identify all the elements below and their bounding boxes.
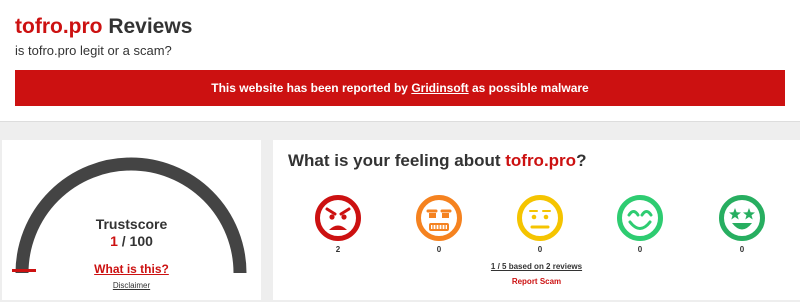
- disclaimer-row: Disclaimer: [2, 281, 261, 290]
- trustscore-max: / 100: [117, 233, 153, 249]
- feeling-title-suffix: ?: [576, 151, 587, 170]
- report-scam-link[interactable]: Report Scam: [512, 277, 561, 286]
- header-card: tofro.pro Reviews is tofro.pro legit or …: [0, 0, 800, 122]
- banner-text-before: This website has been reported by: [211, 81, 412, 95]
- rating-summary-row: 1 / 5 based on 2 reviews: [273, 262, 800, 271]
- what-is-this-link[interactable]: What is this?: [94, 262, 169, 276]
- malware-warning-banner: This website has been reported by Gridin…: [15, 70, 785, 106]
- emoji-annoyed-count: 0: [436, 245, 442, 254]
- emoji-angry-button[interactable]: 2: [314, 194, 362, 254]
- emoji-annoyed-button[interactable]: 0: [415, 194, 463, 254]
- neutral-icon: [517, 195, 563, 241]
- page-subtitle: is tofro.pro legit or a scam?: [15, 43, 172, 58]
- what-is-this-row: What is this?: [2, 262, 261, 276]
- title-suffix: Reviews: [102, 15, 193, 38]
- feeling-card: What is your feeling about tofro.pro? 2 …: [273, 140, 800, 300]
- emoji-neutral-count: 0: [537, 245, 543, 254]
- emoji-neutral-button[interactable]: 0: [516, 194, 564, 254]
- feeling-title: What is your feeling about tofro.pro?: [288, 151, 586, 171]
- banner-text-after: as possible malware: [468, 81, 589, 95]
- disclaimer-link[interactable]: Disclaimer: [113, 281, 150, 290]
- annoyed-icon: [416, 195, 462, 241]
- trustscore-card: Trustscore 1 / 100 What is this? Disclai…: [2, 140, 261, 300]
- feeling-site-name: tofro.pro: [505, 151, 577, 170]
- emoji-smile-button[interactable]: 0: [616, 194, 664, 254]
- feeling-title-prefix: What is your feeling about: [288, 151, 506, 170]
- trustscore-number: 1: [110, 233, 118, 249]
- report-scam-row: Report Scam: [273, 277, 800, 286]
- star-eyes-icon: [719, 195, 765, 241]
- emoji-star-eyes-button[interactable]: 0: [718, 194, 766, 254]
- site-name: tofro.pro: [15, 15, 103, 38]
- rating-summary-link[interactable]: 1 / 5 based on 2 reviews: [491, 262, 582, 271]
- smile-icon: [617, 195, 663, 241]
- page-title: tofro.pro Reviews: [15, 15, 192, 39]
- trustscore-value: 1 / 100: [2, 233, 261, 249]
- emoji-smile-count: 0: [637, 245, 643, 254]
- emoji-angry-count: 2: [335, 245, 341, 254]
- trustscore-label: Trustscore: [95, 216, 168, 232]
- gridinsoft-link[interactable]: Gridinsoft: [411, 81, 468, 95]
- emoji-star-eyes-count: 0: [739, 245, 745, 254]
- angry-icon: [315, 195, 361, 241]
